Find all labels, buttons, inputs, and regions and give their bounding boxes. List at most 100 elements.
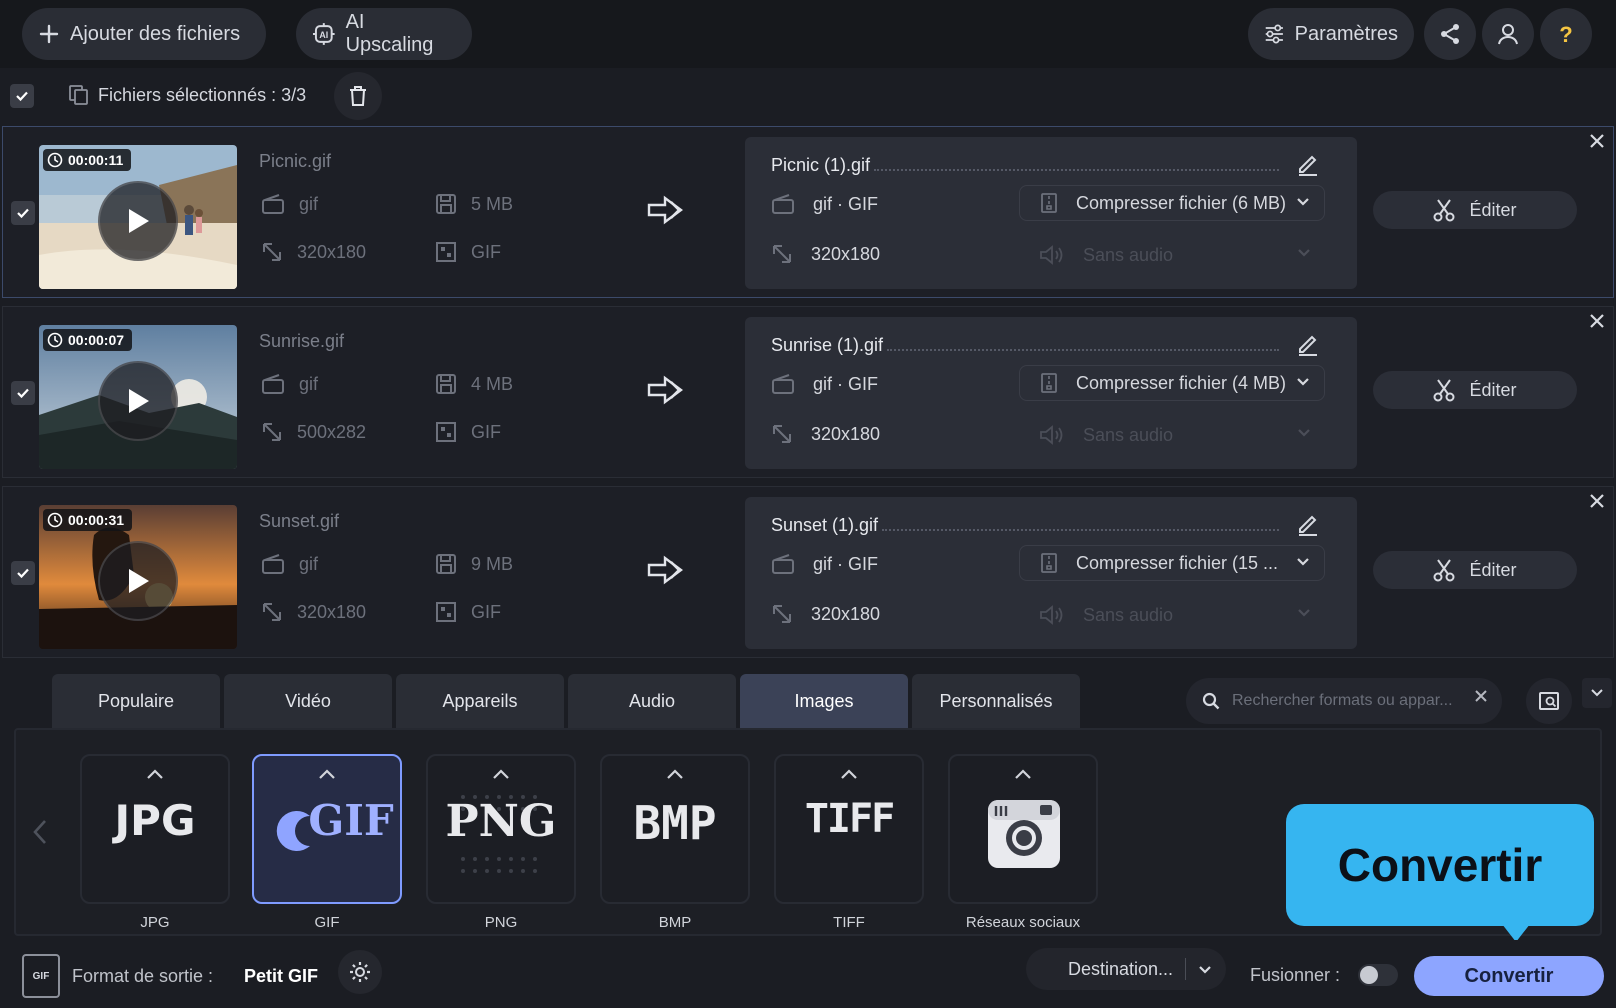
settings-button[interactable]: Paramètres: [1248, 8, 1414, 60]
edit-label: Éditer: [1469, 199, 1517, 220]
account-button[interactable]: [1482, 8, 1534, 60]
play-button[interactable]: [98, 541, 178, 621]
sliders-icon: [1265, 24, 1283, 44]
file-row[interactable]: 00:00:11 Picnic.gif gif 5 MB 320x180 GIF…: [2, 126, 1614, 298]
file-checkbox[interactable]: [11, 201, 35, 225]
converter-window: Ajouter des fichiers AI AI Upscaling Par…: [0, 0, 1616, 1008]
source-codec-text: GIF: [471, 601, 501, 622]
share-icon: [1441, 24, 1459, 44]
format-preview-button[interactable]: [1526, 678, 1572, 724]
output-file-name[interactable]: Sunrise (1).gif: [771, 335, 1279, 356]
edit-button[interactable]: Éditer: [1373, 371, 1577, 409]
tab-label: Personnalisés: [939, 690, 1053, 711]
merge-label: Fusionner :: [1250, 965, 1341, 985]
speaker-icon: [1040, 425, 1063, 445]
format-png[interactable]: PNG: [426, 754, 576, 904]
source-size: 4 MB: [435, 373, 513, 395]
output-settings-card: Sunset (1).gif gif · GIF Compresser fich…: [745, 497, 1357, 649]
close-icon: [1590, 314, 1604, 328]
remove-file-button[interactable]: [1589, 309, 1605, 335]
chevron-left-icon[interactable]: [30, 818, 50, 846]
help-button[interactable]: ?: [1540, 8, 1592, 60]
svg-text:AI: AI: [319, 30, 328, 40]
output-format-badge-text: GIF: [32, 970, 50, 982]
pencil-icon[interactable]: [1295, 331, 1321, 357]
codec-icon: [436, 602, 456, 622]
convert-callout: Convertir: [1286, 804, 1594, 926]
chevron-down-icon: [1199, 966, 1211, 974]
format-bmp[interactable]: BMP: [600, 754, 750, 904]
collapse-formats-button[interactable]: [1582, 678, 1612, 708]
ai-upscaling-button[interactable]: AI AI Upscaling: [296, 8, 472, 60]
svg-text:?: ?: [1559, 22, 1572, 46]
format-tiff[interactable]: TIFF: [774, 754, 924, 904]
compress-text: Compresser fichier (4 MB): [1076, 372, 1287, 393]
duration-badge: 00:00:11: [43, 149, 132, 171]
compress-dropdown[interactable]: Compresser fichier (15 ...: [1019, 545, 1325, 581]
format-social[interactable]: [948, 754, 1098, 904]
tab-custom[interactable]: Personnalisés: [912, 674, 1080, 728]
file-checkbox[interactable]: [11, 561, 35, 585]
compress-icon: [1041, 193, 1057, 213]
delete-selected-button[interactable]: [334, 72, 382, 120]
search-icon: [1202, 692, 1220, 710]
share-button[interactable]: [1424, 8, 1476, 60]
output-settings-button[interactable]: [338, 950, 382, 994]
files-icon: [69, 85, 88, 105]
convert-button[interactable]: Convertir: [1414, 956, 1604, 996]
source-codec: GIF: [435, 601, 501, 623]
floppy-disk-icon: [436, 374, 456, 394]
convert-button-label: Convertir: [1464, 964, 1554, 987]
play-button[interactable]: [98, 361, 178, 441]
scissors-icon: [1433, 559, 1455, 582]
remove-file-button[interactable]: [1589, 129, 1605, 155]
tab-popular[interactable]: Populaire: [52, 674, 220, 728]
compress-dropdown[interactable]: Compresser fichier (6 MB): [1019, 185, 1325, 221]
format-label: BMP: [658, 914, 692, 931]
question-mark-icon: ?: [1559, 22, 1572, 46]
scissors-icon: [1433, 379, 1455, 402]
callout-text: Convertir: [1337, 839, 1543, 891]
select-all-checkbox[interactable]: [10, 84, 34, 108]
clear-search-icon[interactable]: [1474, 689, 1488, 703]
edit-label: Éditer: [1469, 559, 1517, 580]
pencil-icon[interactable]: [1295, 151, 1321, 177]
add-files-button[interactable]: Ajouter des fichiers: [22, 8, 266, 60]
format-gif[interactable]: GIF: [252, 754, 402, 904]
format-search[interactable]: Rechercher formats ou appar...: [1186, 678, 1502, 724]
tab-audio[interactable]: Audio: [568, 674, 736, 728]
source-format-text: gif: [299, 553, 319, 574]
output-settings-card: Picnic (1).gif gif · GIF Compresser fich…: [745, 137, 1357, 289]
file-checkbox[interactable]: [11, 381, 35, 405]
file-row[interactable]: 00:00:07 Sunrise.gif gif 4 MB 500x282 GI…: [2, 306, 1614, 478]
edit-button[interactable]: Éditer: [1373, 191, 1577, 229]
video-thumbnail[interactable]: 00:00:31: [39, 505, 237, 649]
play-button[interactable]: [98, 181, 178, 261]
resize-icon: [773, 245, 791, 263]
top-toolbar: Ajouter des fichiers AI AI Upscaling Par…: [0, 0, 1616, 68]
output-file-name[interactable]: Sunset (1).gif: [771, 515, 1279, 536]
format-jpg[interactable]: JPG: [80, 754, 230, 904]
merge-toggle[interactable]: [1358, 964, 1398, 986]
remove-file-button[interactable]: [1589, 489, 1605, 515]
source-resolution-text: 320x180: [297, 601, 367, 622]
tab-images[interactable]: Images: [740, 674, 908, 728]
video-thumbnail[interactable]: 00:00:07: [39, 325, 237, 469]
source-file-name: Sunset.gif: [259, 511, 340, 531]
output-file-name[interactable]: Picnic (1).gif: [771, 155, 1279, 176]
tab-devices[interactable]: Appareils: [396, 674, 564, 728]
compress-dropdown[interactable]: Compresser fichier (4 MB): [1019, 365, 1325, 401]
edit-button[interactable]: Éditer: [1373, 551, 1577, 589]
convert-arrow-icon: [647, 555, 683, 585]
source-codec-text: GIF: [471, 421, 501, 442]
chevron-down-icon: [1297, 378, 1309, 386]
pencil-icon[interactable]: [1295, 511, 1321, 537]
search-input[interactable]: Rechercher formats ou appar...: [1232, 692, 1453, 710]
chevron-up-icon: [1015, 769, 1031, 779]
tab-video[interactable]: Vidéo: [224, 674, 392, 728]
video-thumbnail[interactable]: 00:00:11: [39, 145, 237, 289]
close-icon: [1590, 134, 1604, 148]
destination-dropdown[interactable]: Destination...: [1026, 948, 1226, 990]
file-row[interactable]: 00:00:31 Sunset.gif gif 9 MB 320x180 GIF…: [2, 486, 1614, 658]
source-file-name: Picnic.gif: [259, 151, 332, 171]
